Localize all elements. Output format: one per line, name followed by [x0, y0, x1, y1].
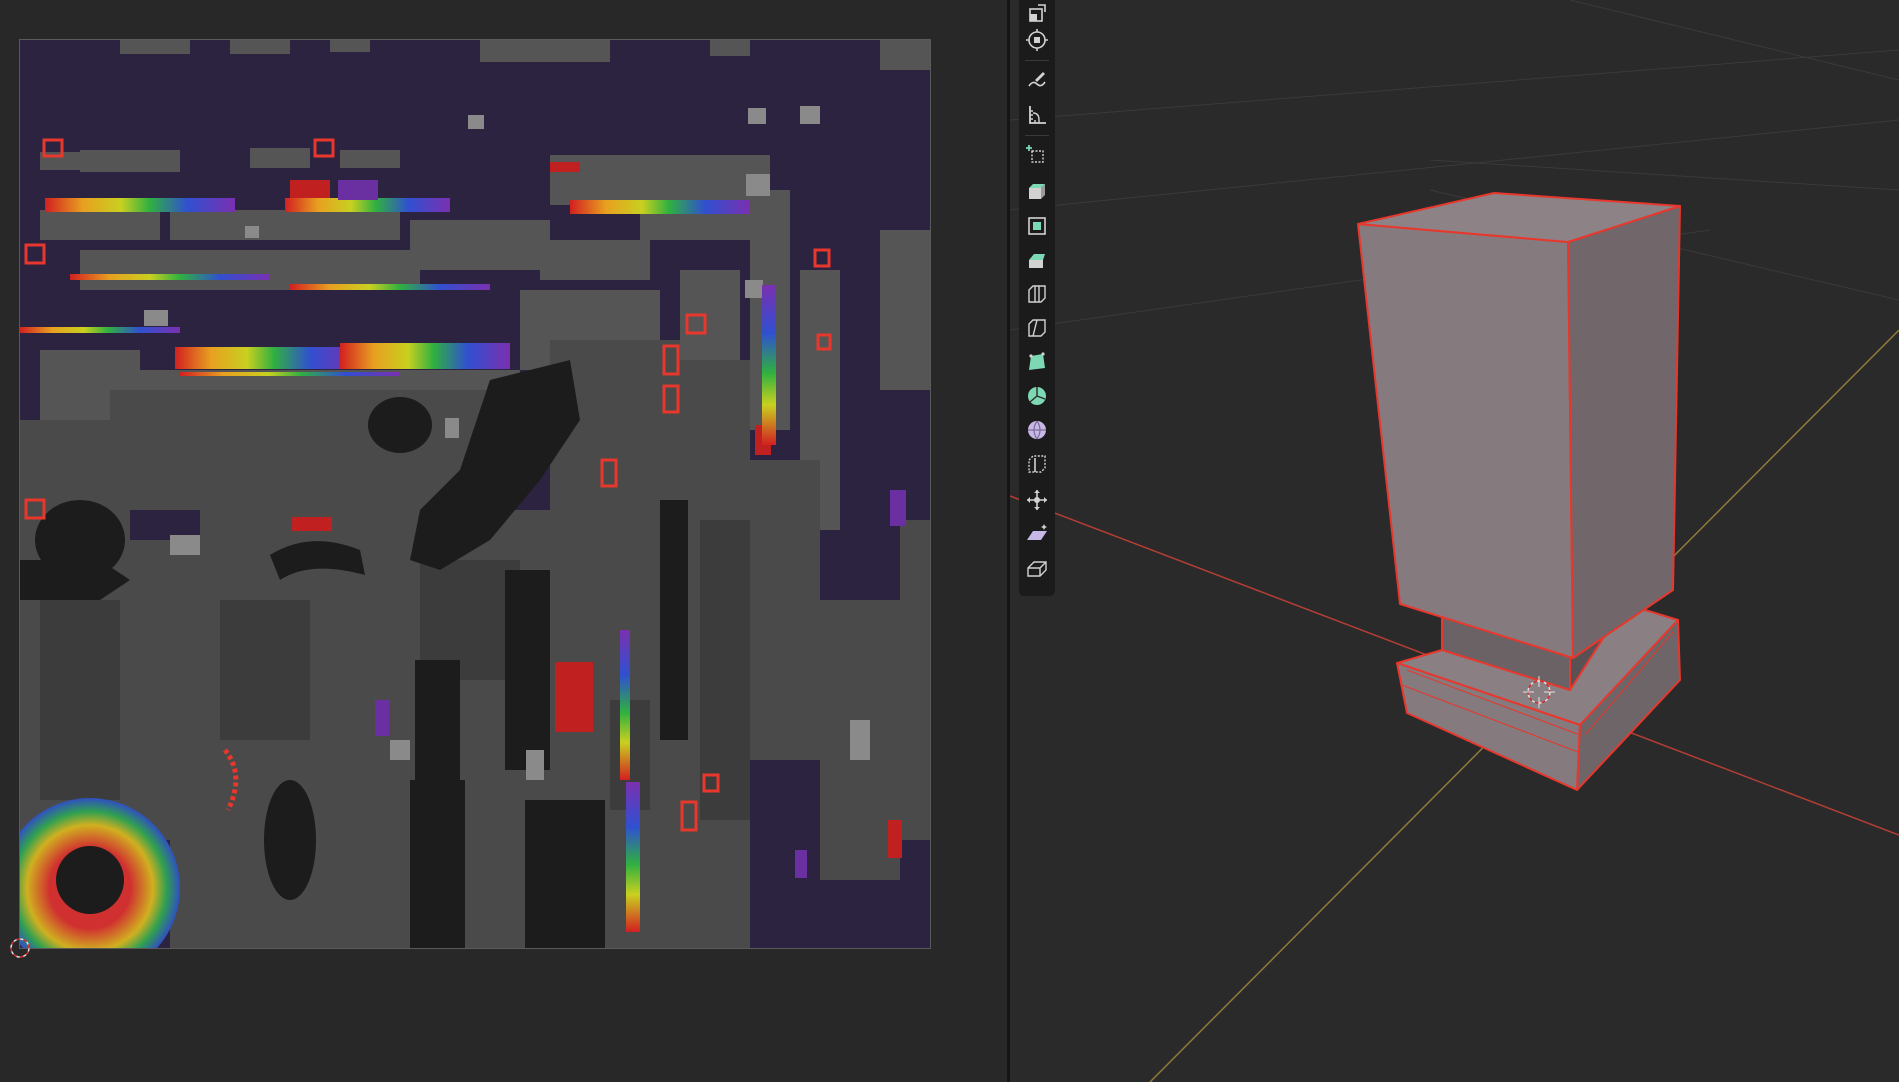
rip-region-icon[interactable]	[1023, 554, 1051, 582]
loop-cut-icon[interactable]	[1023, 280, 1051, 308]
knife-icon[interactable]	[1023, 314, 1051, 342]
box-mesh	[1357, 192, 1681, 791]
inset-faces-icon[interactable]	[1023, 212, 1051, 240]
uv-editor[interactable]	[0, 0, 1006, 1082]
transform-icon[interactable]	[1023, 26, 1051, 54]
3d-viewport[interactable]	[1010, 0, 1899, 1082]
extrude-region-icon[interactable]	[1023, 177, 1051, 205]
measure-icon[interactable]	[1023, 101, 1051, 129]
tool-shelf	[1019, 0, 1055, 596]
uv-cursor-icon	[10, 938, 30, 958]
spin-icon[interactable]	[1023, 382, 1051, 410]
uv-texture-canvas[interactable]	[19, 39, 931, 949]
shear-icon[interactable]	[1023, 520, 1051, 548]
bevel-icon[interactable]	[1023, 246, 1051, 274]
smooth-icon[interactable]	[1023, 416, 1051, 444]
shrink-fatten-icon[interactable]	[1023, 486, 1051, 514]
viewport-scene	[1010, 0, 1899, 1082]
annotate-icon[interactable]	[1023, 66, 1051, 94]
poly-build-icon[interactable]	[1023, 348, 1051, 376]
edge-slide-icon[interactable]	[1023, 450, 1051, 478]
add-cube-icon[interactable]	[1023, 140, 1051, 168]
scale-icon[interactable]	[1023, 0, 1051, 28]
